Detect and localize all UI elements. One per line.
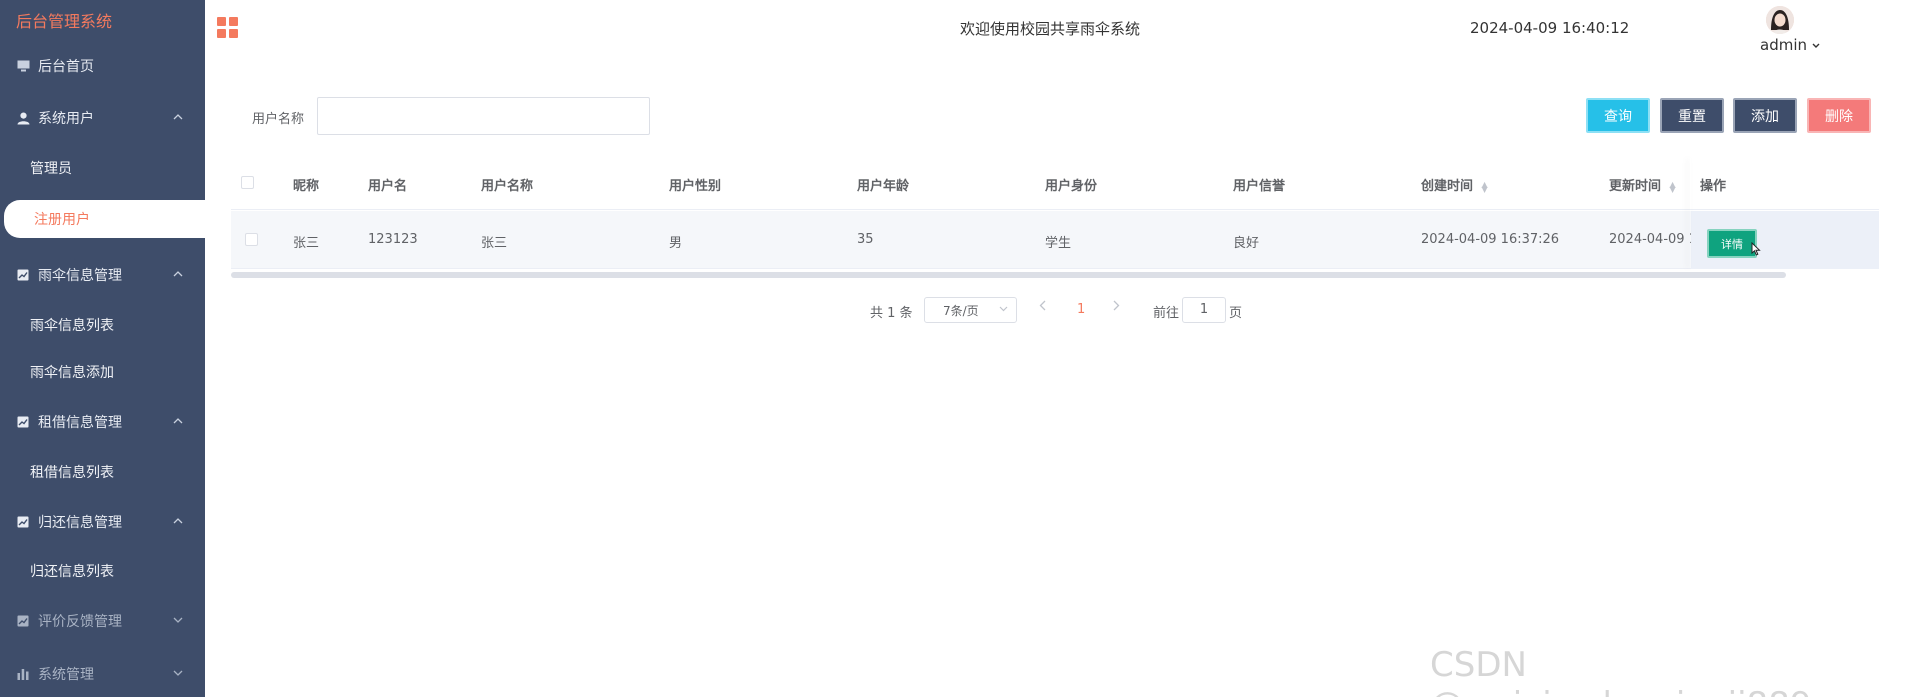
cell-gender: 男: [669, 236, 683, 251]
cell-credit: 良好: [1233, 236, 1260, 251]
select-all-checkbox[interactable]: [241, 176, 254, 189]
chevron-down-icon: [1812, 41, 1820, 51]
watermark: CSDN @weixin_danpianji889: [1430, 645, 1811, 697]
sidebar-item-label: 系统管理: [38, 667, 94, 683]
page-size-value: 7条/页: [943, 303, 979, 318]
page-size-select[interactable]: 7条/页: [924, 297, 1017, 323]
sidebar-item-rental-list[interactable]: 租借信息列表: [0, 453, 205, 491]
chart-icon: [16, 614, 30, 628]
column-header: 用户性别: [669, 179, 722, 194]
table-row[interactable]: 张三 123123 张三 男 35 学生 良好 2024-04-09 16:37…: [231, 211, 1879, 269]
chevron-up-icon: [171, 414, 185, 428]
sidebar-item-label: 雨伞信息列表: [30, 318, 114, 334]
sidebar-item-home[interactable]: 后台首页: [0, 46, 205, 86]
sidebar-item-system-management[interactable]: 系统管理: [0, 654, 205, 694]
fixed-column-shadow: [1690, 158, 1691, 269]
column-header: 用户身份: [1045, 179, 1098, 194]
cell-nickname: 张三: [293, 236, 320, 251]
chart-icon: [16, 415, 30, 429]
delete-button[interactable]: 删除: [1807, 98, 1871, 133]
horizontal-scrollbar[interactable]: [231, 272, 1786, 278]
page-suffix-label: 页: [1229, 306, 1243, 321]
column-header: 用户信誉: [1233, 179, 1286, 194]
sidebar-item-label: 系统用户: [38, 111, 94, 127]
cell-age: 35: [857, 232, 874, 247]
column-header-label: 更新时间: [1609, 179, 1662, 194]
sidebar-item-label: 租借信息管理: [38, 415, 122, 431]
chart-icon: [16, 268, 30, 282]
prev-page-icon[interactable]: [1039, 300, 1046, 315]
fixed-column-header: 操作: [1691, 158, 1879, 210]
mouse-cursor-icon: [1751, 241, 1761, 256]
page-title: 欢迎使用校园共享雨伞系统: [960, 20, 1141, 38]
sidebar-item-return-list[interactable]: 归还信息列表: [0, 552, 205, 590]
sidebar-item-label: 归还信息管理: [38, 515, 122, 531]
monitor-icon: [16, 59, 30, 73]
sidebar-item-label: 归还信息列表: [30, 564, 114, 580]
column-header: 操作: [1700, 179, 1727, 194]
detail-button[interactable]: 详情: [1707, 229, 1757, 258]
chevron-down-icon: [171, 666, 185, 680]
column-header: 用户名: [368, 179, 408, 194]
chevron-down-icon: [171, 613, 185, 627]
column-header: 昵称: [293, 179, 320, 194]
sidebar-item-label: 后台首页: [38, 59, 94, 75]
column-header-updated[interactable]: 更新时间 ▲ ▼: [1609, 175, 1676, 194]
sidebar: 后台管理系统 后台首页 系统用户 管理员 注册用户 雨伞信息管理 雨伞信息列表 …: [0, 0, 205, 697]
column-header-label: 创建时间: [1421, 179, 1474, 194]
page-number[interactable]: 1: [1077, 302, 1085, 317]
sort-icon[interactable]: ▲ ▼: [1670, 180, 1676, 193]
table-header: 昵称 用户名 用户名称 用户性别 用户年龄 用户身份 用户信誉 创建时间 ▲ ▼ …: [231, 158, 1879, 210]
sidebar-item-label: 评价反馈管理: [38, 614, 122, 630]
header-datetime: 2024-04-09 16:40:12: [1470, 19, 1630, 37]
chart-icon: [16, 515, 30, 529]
app-root: 后台管理系统 后台首页 系统用户 管理员 注册用户 雨伞信息管理 雨伞信息列表 …: [0, 0, 1905, 697]
avatar[interactable]: [1766, 6, 1794, 34]
reset-button[interactable]: 重置: [1660, 98, 1724, 133]
column-header: 用户名称: [481, 179, 534, 194]
sidebar-item-label: 雨伞信息管理: [38, 268, 122, 284]
column-header: 用户年龄: [857, 179, 910, 194]
row-checkbox[interactable]: [245, 233, 258, 246]
cell-role: 学生: [1045, 236, 1072, 251]
column-header-created[interactable]: 创建时间 ▲ ▼: [1421, 175, 1488, 194]
chevron-up-icon: [171, 267, 185, 281]
sidebar-item-rental-management[interactable]: 租借信息管理: [0, 402, 205, 442]
sidebar-item-label: 管理员: [30, 161, 72, 177]
chevron-up-icon: [171, 514, 185, 528]
sidebar-item-label: 雨伞信息添加: [30, 365, 114, 381]
goto-label: 前往: [1153, 306, 1180, 321]
user-icon: [16, 111, 30, 125]
chevron-up-icon: [171, 110, 185, 124]
sidebar-item-admin[interactable]: 管理员: [0, 149, 205, 187]
sidebar-item-feedback-management[interactable]: 评价反馈管理: [0, 601, 205, 641]
pagination-total: 共 1 条: [870, 306, 913, 321]
sidebar-item-label: 注册用户: [34, 212, 90, 228]
sort-icon[interactable]: ▲ ▼: [1482, 180, 1488, 193]
sidebar-item-umbrella-add[interactable]: 雨伞信息添加: [0, 353, 205, 391]
cell-created: 2024-04-09 16:37:26: [1421, 232, 1560, 247]
sidebar-item-umbrella-management[interactable]: 雨伞信息管理: [0, 255, 205, 295]
sidebar-item-return-management[interactable]: 归还信息管理: [0, 502, 205, 542]
add-button[interactable]: 添加: [1733, 98, 1797, 133]
sidebar-item-label: 租借信息列表: [30, 465, 114, 481]
goto-page-input[interactable]: 1: [1182, 297, 1226, 323]
user-name-label: admin: [1760, 36, 1807, 54]
bar-chart-icon: [16, 667, 30, 681]
users-table: 昵称 用户名 用户名称 用户性别 用户年龄 用户身份 用户信誉 创建时间 ▲ ▼ …: [231, 158, 1879, 281]
user-menu[interactable]: admin: [1760, 36, 1820, 54]
menu-grid-icon[interactable]: [217, 17, 239, 39]
search-label: 用户名称: [252, 112, 305, 127]
sidebar-item-registered-users[interactable]: 注册用户: [4, 200, 205, 238]
sidebar-item-umbrella-list[interactable]: 雨伞信息列表: [0, 306, 205, 344]
search-input[interactable]: [317, 97, 650, 135]
next-page-icon[interactable]: [1113, 300, 1120, 315]
query-button[interactable]: 查询: [1586, 98, 1650, 133]
cell-name: 张三: [481, 236, 508, 251]
chevron-down-icon: [999, 304, 1008, 315]
cell-username: 123123: [368, 232, 418, 247]
brand-title: 后台管理系统: [16, 12, 113, 31]
sidebar-item-system-users[interactable]: 系统用户: [0, 98, 205, 138]
